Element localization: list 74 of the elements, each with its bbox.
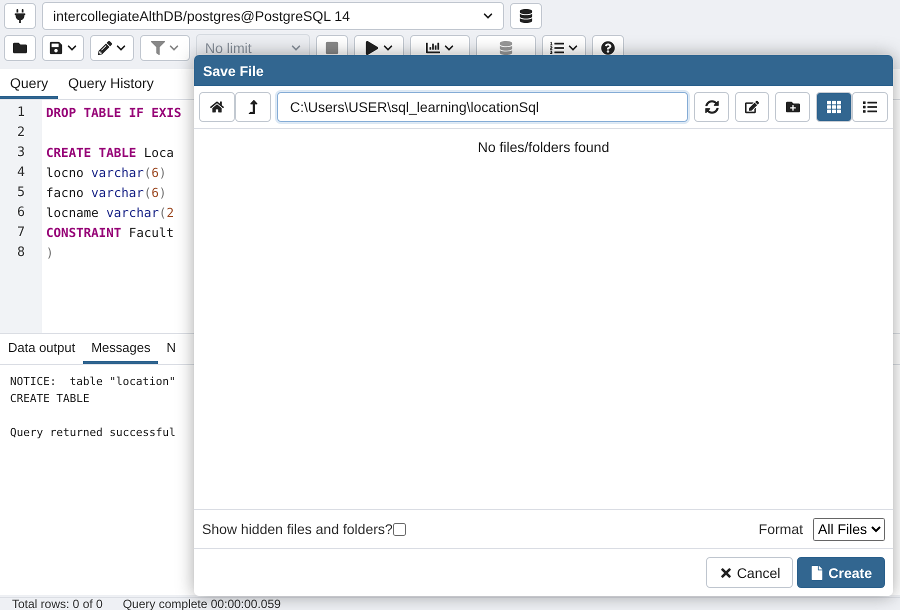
refresh-icon — [704, 100, 719, 114]
filter-button[interactable] — [140, 35, 190, 61]
up-arrow-icon — [246, 100, 260, 114]
line-number: 5 — [16, 184, 26, 202]
caret-icon — [383, 43, 393, 53]
pencil-icon — [98, 41, 112, 55]
connection-select[interactable]: intercollegiateAlthDB/postgres@PostgreSQL 14 — [42, 2, 504, 30]
code-line: DROP TABLE IF EXIS — [46, 104, 182, 122]
home-button[interactable] — [199, 92, 235, 122]
hidden-files-label: Show hidden files and folders? — [202, 521, 393, 537]
code-line: CONSTRAINT Facult — [46, 224, 175, 242]
caret-icon — [444, 43, 454, 53]
code-line: locno varchar(6) — [46, 164, 168, 182]
caret-icon — [116, 43, 126, 53]
cancel-button[interactable]: Cancel — [706, 557, 794, 588]
format-label: Format — [758, 521, 803, 537]
code-line: ) — [46, 244, 55, 262]
caret-icon — [483, 11, 493, 21]
caret-icon — [169, 43, 179, 53]
dialog-title: Save File — [194, 55, 893, 86]
file-icon — [810, 566, 824, 580]
message-line: NOTICE: table "location" — [10, 374, 176, 390]
caret-icon — [291, 43, 301, 53]
caret-icon — [568, 43, 578, 53]
play-icon — [365, 41, 379, 55]
status-text: Total rows: 0 of 0 — [12, 598, 103, 610]
up-button[interactable] — [235, 92, 271, 122]
line-number: 7 — [16, 224, 26, 242]
line-number: 2 — [16, 124, 26, 142]
help-icon — [601, 41, 615, 55]
save-icon — [49, 41, 63, 55]
hidden-files-checkbox[interactable] — [392, 522, 406, 536]
line-number: 8 — [16, 244, 26, 262]
empty-message: No files/folders found — [478, 139, 610, 155]
new-folder-button[interactable] — [775, 92, 810, 122]
view-toggle[interactable] — [852, 92, 888, 122]
path-field[interactable]: C:\Users\USER\sql_learning\locationSql — [277, 92, 688, 122]
list-view-icon — [862, 100, 877, 114]
filter-icon — [151, 41, 165, 55]
database-icon — [499, 41, 513, 55]
view-toggle[interactable] — [816, 92, 852, 122]
line-number: 4 — [16, 164, 26, 182]
edit-icon — [745, 100, 760, 114]
output-tab[interactable]: N — [158, 334, 184, 364]
code-line: CREATE TABLE Loca — [46, 144, 175, 162]
database-icon — [519, 9, 533, 23]
close-icon — [718, 566, 733, 580]
save-button[interactable] — [42, 35, 84, 61]
message-line: CREATE TABLE — [10, 391, 90, 407]
code-line: facno varchar(6) — [46, 184, 168, 202]
edit-button[interactable] — [90, 35, 134, 61]
format-select[interactable]: All Files — [813, 518, 885, 540]
list-icon — [550, 41, 564, 55]
refresh-button[interactable] — [694, 92, 729, 122]
stop-icon — [325, 41, 339, 55]
message-line: Query returned successful — [10, 425, 176, 441]
line-number: 3 — [16, 144, 26, 162]
connection-button[interactable] — [4, 3, 36, 29]
grid-view-icon — [826, 100, 841, 114]
caret-icon — [67, 43, 77, 53]
chart-icon — [426, 41, 440, 55]
code-line: locname varchar(2 — [46, 204, 175, 222]
folder-icon — [13, 41, 27, 55]
line-number: 6 — [16, 204, 26, 222]
home-icon — [210, 100, 224, 114]
rename-button[interactable] — [734, 92, 770, 122]
open-file-button[interactable] — [4, 35, 36, 61]
database-button[interactable] — [510, 3, 542, 29]
create-button[interactable]: Create — [797, 557, 885, 588]
output-tab[interactable]: Data output — [0, 334, 84, 364]
line-number: 1 — [16, 104, 26, 122]
folder-plus-icon — [786, 100, 800, 114]
editor-tab[interactable]: Query History — [58, 69, 164, 99]
plug-icon — [13, 9, 27, 23]
